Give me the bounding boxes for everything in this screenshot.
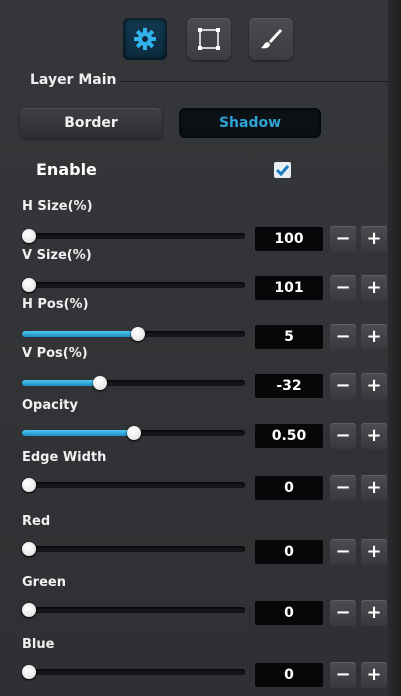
v-pos-increment-button[interactable]: + <box>361 373 387 399</box>
edge-width-value[interactable]: 0 <box>255 476 323 500</box>
frame-icon <box>198 28 220 50</box>
green-value[interactable]: 0 <box>255 601 323 625</box>
opacity-decrement-button[interactable]: − <box>330 423 356 449</box>
h-pos-value[interactable]: 5 <box>255 325 323 349</box>
brush-icon <box>261 29 282 49</box>
blue-value[interactable]: 0 <box>255 663 323 687</box>
v-pos-label: V Pos(%) <box>22 346 88 361</box>
opacity-slider-fill <box>22 430 134 436</box>
h-size-slider[interactable] <box>22 229 245 243</box>
v-size-increment-button[interactable]: + <box>361 275 387 301</box>
opacity-value[interactable]: 0.50 <box>255 424 323 448</box>
section-title: Layer Main <box>30 72 117 88</box>
red-label: Red <box>22 514 51 529</box>
h-pos-label: H Pos(%) <box>22 297 89 312</box>
blue-increment-button[interactable]: + <box>361 662 387 688</box>
red-increment-button[interactable]: + <box>361 539 387 565</box>
blue-label: Blue <box>22 637 55 652</box>
green-increment-button[interactable]: + <box>361 600 387 626</box>
v-size-decrement-button[interactable]: − <box>330 275 356 301</box>
h-pos-increment-button[interactable]: + <box>361 324 387 350</box>
h-pos-slider[interactable] <box>22 327 245 341</box>
h-size-decrement-button[interactable]: − <box>330 226 356 252</box>
h-size-value[interactable]: 100 <box>255 227 323 251</box>
opacity-label: Opacity <box>22 398 78 413</box>
red-slider-handle[interactable] <box>22 542 36 556</box>
opacity-slider[interactable] <box>22 426 245 440</box>
opacity-increment-button[interactable]: + <box>361 423 387 449</box>
v-size-slider-handle[interactable] <box>22 278 36 292</box>
v-size-slider[interactable] <box>22 278 245 292</box>
edge-width-slider[interactable] <box>22 478 245 492</box>
red-decrement-button[interactable]: − <box>330 539 356 565</box>
tab-border[interactable]: Border <box>20 108 162 138</box>
h-pos-slider-fill <box>22 331 138 337</box>
green-decrement-button[interactable]: − <box>330 600 356 626</box>
v-size-label: V Size(%) <box>22 248 92 263</box>
blue-slider[interactable] <box>22 665 245 679</box>
checkmark-icon <box>275 165 290 177</box>
opacity-slider-handle[interactable] <box>126 426 141 440</box>
green-slider-handle[interactable] <box>22 603 36 617</box>
edge-width-label: Edge Width <box>22 450 107 465</box>
gear-icon <box>134 28 156 50</box>
green-slider[interactable] <box>22 603 245 617</box>
v-pos-decrement-button[interactable]: − <box>330 373 356 399</box>
v-size-value[interactable]: 101 <box>255 276 323 300</box>
h-size-label: H Size(%) <box>22 199 93 214</box>
scrollbar-gutter <box>388 0 401 696</box>
brush-tool-button[interactable] <box>249 18 293 60</box>
edge-width-increment-button[interactable]: + <box>361 475 387 501</box>
frame-tool-button[interactable] <box>187 18 231 60</box>
green-label: Green <box>22 575 66 590</box>
blue-slider-handle[interactable] <box>22 665 36 679</box>
edge-width-decrement-button[interactable]: − <box>330 475 356 501</box>
enable-checkbox[interactable] <box>274 162 291 178</box>
edge-width-slider-handle[interactable] <box>22 478 36 492</box>
red-slider[interactable] <box>22 542 245 556</box>
tab-shadow[interactable]: Shadow <box>179 108 321 138</box>
settings-tool-button[interactable] <box>123 18 167 60</box>
v-pos-slider[interactable] <box>22 376 245 390</box>
h-size-slider-handle[interactable] <box>22 229 36 243</box>
v-pos-slider-handle[interactable] <box>93 376 108 390</box>
v-pos-value[interactable]: -32 <box>255 374 323 398</box>
h-pos-decrement-button[interactable]: − <box>330 324 356 350</box>
enable-label: Enable <box>36 160 97 179</box>
h-pos-slider-handle[interactable] <box>130 327 145 341</box>
blue-decrement-button[interactable]: − <box>330 662 356 688</box>
h-size-increment-button[interactable]: + <box>361 226 387 252</box>
red-value[interactable]: 0 <box>255 540 323 564</box>
v-pos-slider-fill <box>22 380 101 386</box>
section-divider <box>120 81 388 82</box>
